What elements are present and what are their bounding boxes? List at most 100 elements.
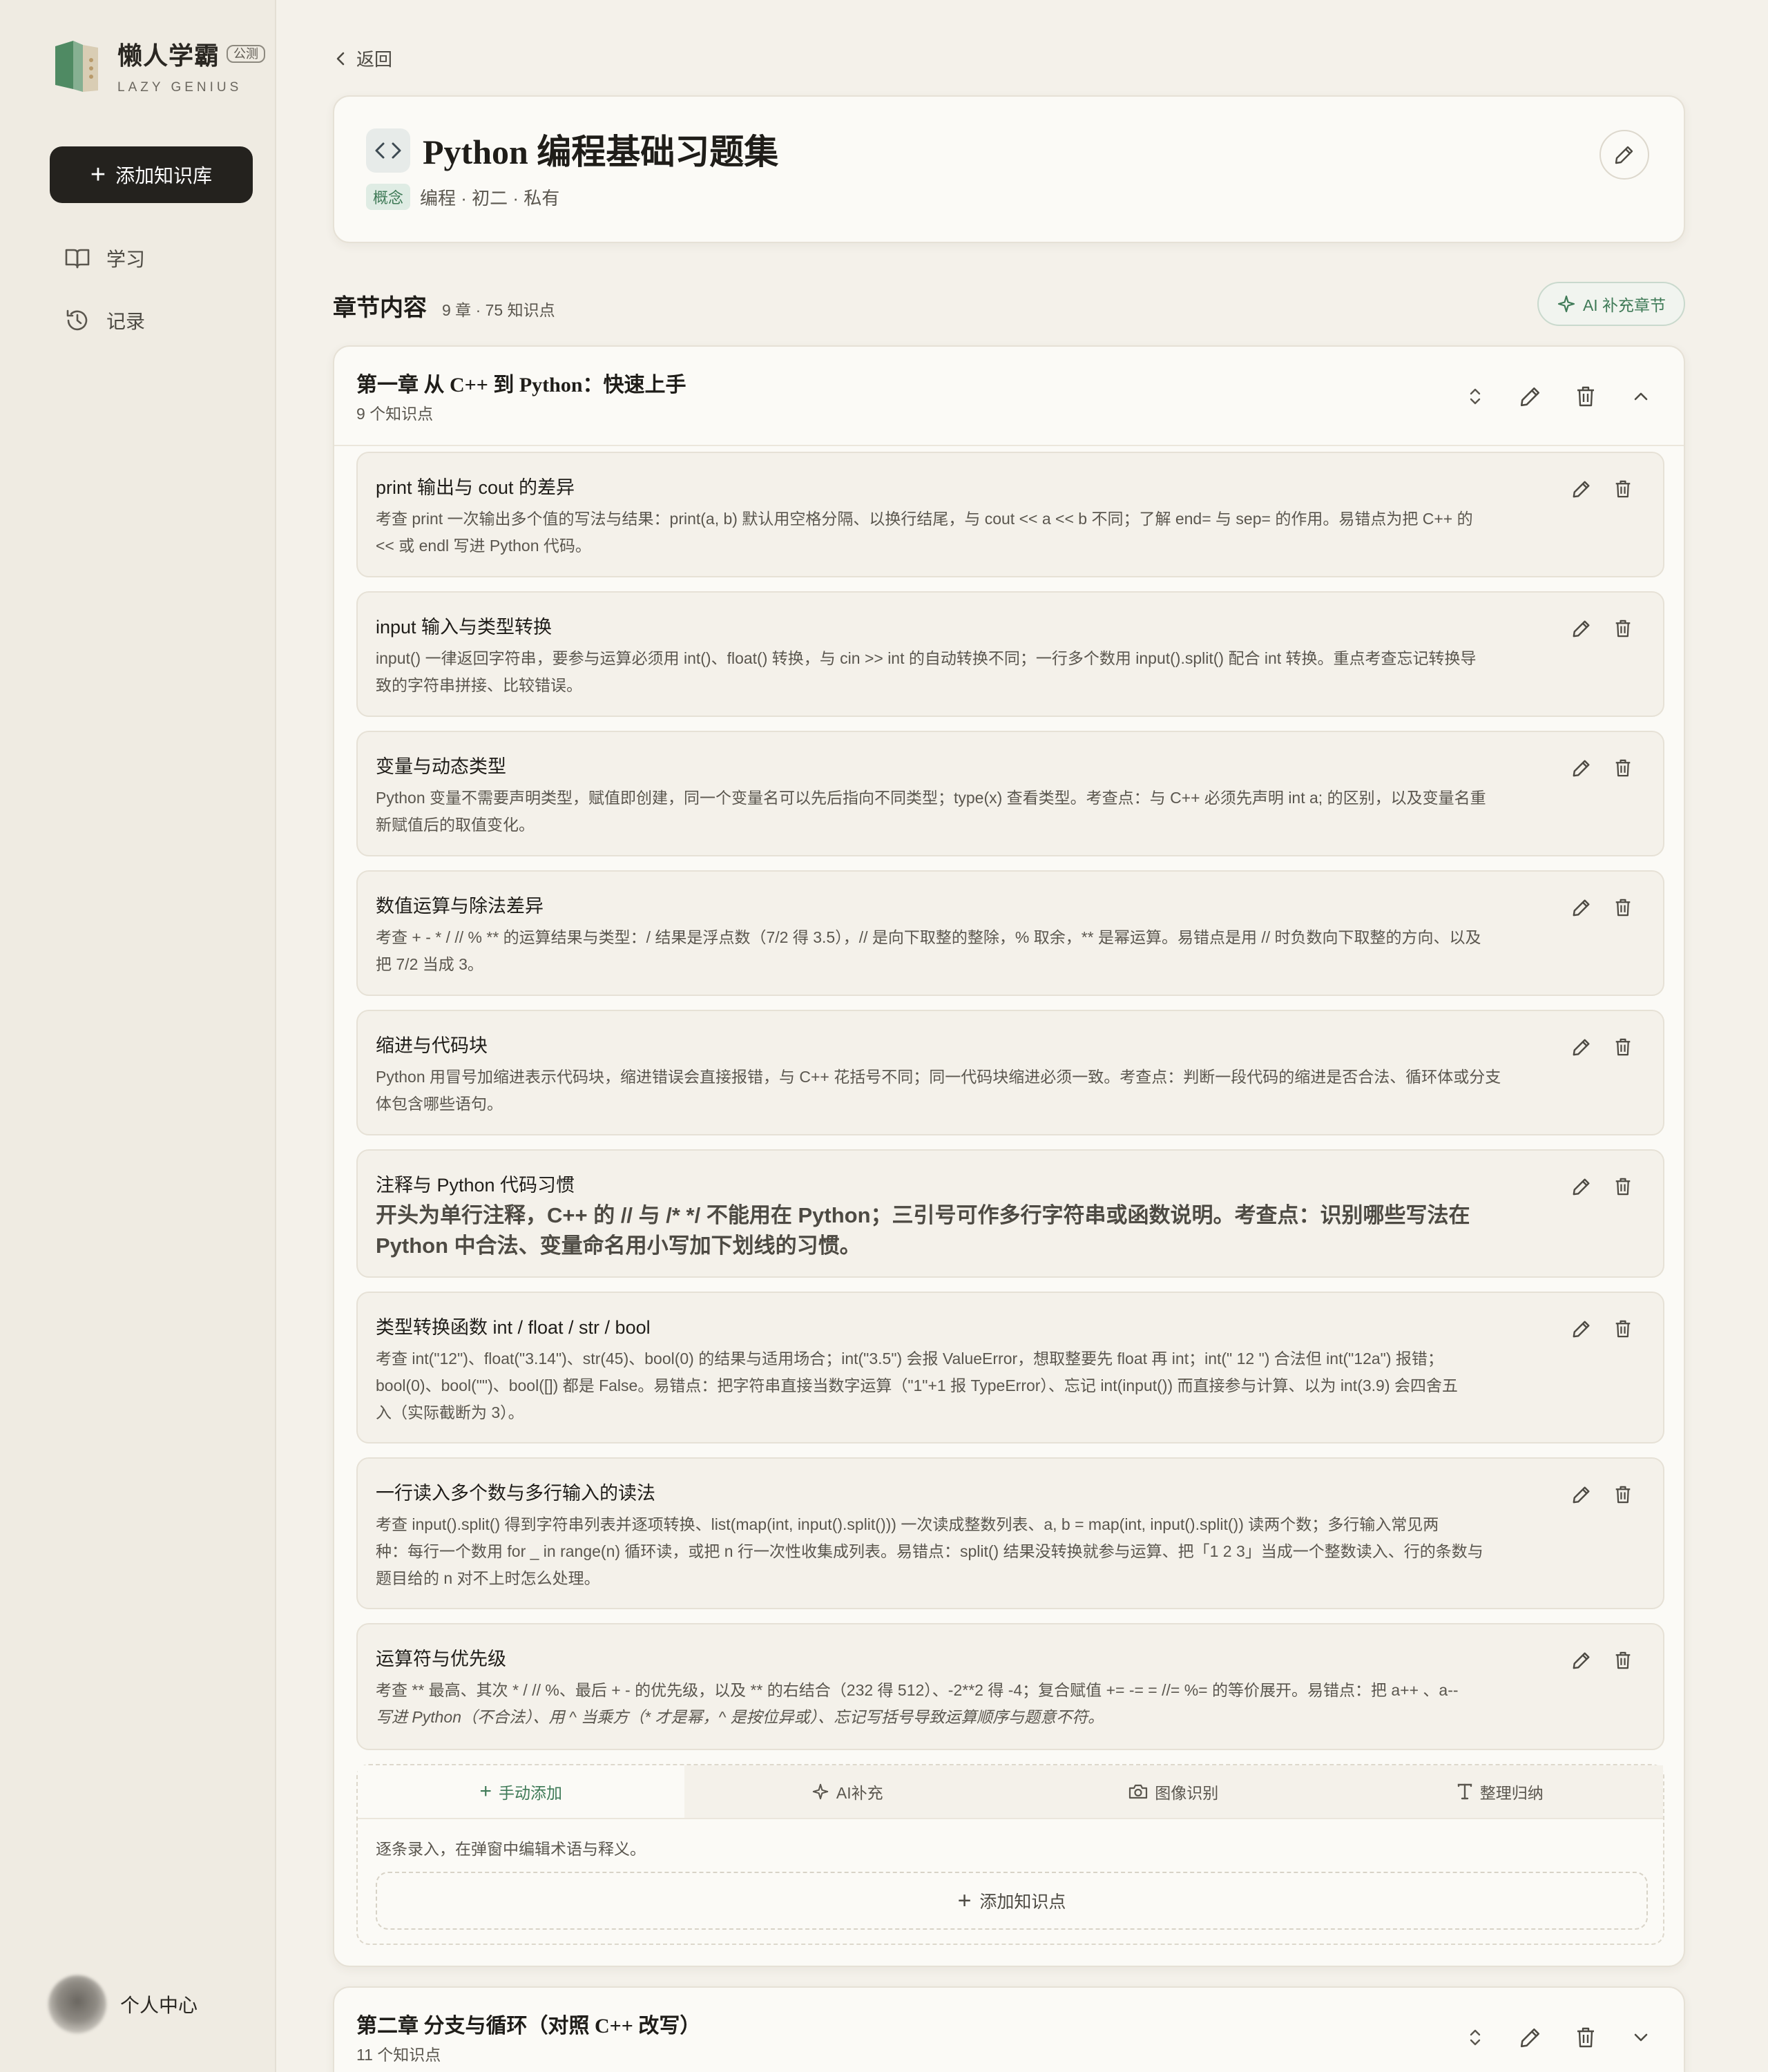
profile-label: 个人中心: [120, 1995, 198, 2016]
knowledge-point-desc: 考查 int("12")、float("3.14")、str(45)、bool(…: [376, 1345, 1564, 1426]
trash-icon: [1615, 1178, 1631, 1196]
chapter-card: 第一章 从 C++ 到 Python：快速上手 9 个知识点 print 输出与…: [333, 345, 1685, 1967]
pencil-icon: [1573, 1486, 1590, 1504]
expand-chapter-button[interactable]: [1626, 2022, 1656, 2053]
knowledge-point-card[interactable]: 类型转换函数 int / float / str / bool 考查 int("…: [356, 1292, 1664, 1443]
trash-icon: [1615, 1320, 1631, 1338]
knowledge-point-card[interactable]: input 输入与类型转换 input() 一律返回字符串，要参与运算必须用 i…: [356, 591, 1664, 717]
camera-icon: [1129, 1784, 1148, 1799]
edit-chapter-button[interactable]: [1515, 381, 1546, 412]
edit-point-button[interactable]: [1569, 1482, 1594, 1507]
desc-line: 入（实际截断为 3）。: [376, 1403, 524, 1421]
desc-line: 考查 + - * / // % ** 的运算结果与类型：/ 结果是浮点数（7/2…: [376, 928, 1481, 946]
desc-line: 题目给的 n 对不上时怎么处理。: [376, 1569, 600, 1587]
delete-point-button[interactable]: [1611, 477, 1635, 501]
chapter-header[interactable]: 第一章 从 C++ 到 Python：快速上手 9 个知识点: [334, 347, 1684, 446]
delete-point-button[interactable]: [1611, 895, 1635, 920]
edit-knowledge-base-button[interactable]: [1599, 130, 1649, 180]
chapter-count: 9 个知识点: [356, 405, 434, 423]
profile-link[interactable]: 个人中心: [48, 1975, 198, 2033]
pencil-icon: [1520, 2028, 1540, 2048]
edit-point-button[interactable]: [1569, 1174, 1594, 1199]
delete-point-button[interactable]: [1611, 756, 1635, 780]
sidebar-item-study[interactable]: 学习: [65, 244, 145, 272]
add-knowledge-base-button[interactable]: + 添加知识库: [50, 146, 253, 203]
back-link[interactable]: 返回: [336, 46, 392, 71]
delete-point-button[interactable]: [1611, 1648, 1635, 1673]
tab-image-recognition[interactable]: 图像识别: [1010, 1765, 1337, 1818]
knowledge-point-title: 类型转换函数 int / float / str / bool: [376, 1317, 651, 1338]
page-title: Python 编程基础习题集: [423, 133, 779, 171]
section-stats: 9 章 · 75 知识点: [442, 301, 555, 319]
delete-point-button[interactable]: [1611, 1035, 1635, 1059]
edit-point-button[interactable]: [1569, 1035, 1594, 1059]
delete-chapter-button[interactable]: [1570, 2022, 1601, 2053]
brand-subtitle: LAZY GENIUS: [117, 80, 242, 95]
desc-line: input() 一律返回字符串，要参与运算必须用 int()、float() 转…: [376, 649, 1477, 667]
sidebar-item-label: 学习: [106, 249, 146, 270]
edit-point-button[interactable]: [1569, 616, 1594, 641]
tab-manual-add[interactable]: + 手动添加: [358, 1765, 684, 1818]
edit-point-button[interactable]: [1569, 1648, 1594, 1673]
book-icon: [65, 249, 90, 269]
brand[interactable]: 懒人学霸 公测 LAZY GENIUS: [52, 36, 266, 95]
knowledge-point-card[interactable]: print 输出与 cout 的差异 考查 print 一次输出多个值的写法与结…: [356, 452, 1664, 577]
delete-point-button[interactable]: [1611, 1316, 1635, 1341]
collapse-chapter-button[interactable]: [1626, 381, 1656, 412]
chevron-up-down-icon: [1470, 388, 1481, 405]
desc-line: 体包含哪些语句。: [376, 1095, 503, 1113]
knowledge-point-card[interactable]: 变量与动态类型 Python 变量不需要声明类型，赋值即创建，同一个变量名可以先…: [356, 731, 1664, 856]
sidebar: 懒人学霸 公测 LAZY GENIUS + 添加知识库 学习 记录 个人中心: [0, 0, 276, 2072]
knowledge-point-card[interactable]: 缩进与代码块 Python 用冒号加缩进表示代码块，缩进错误会直接报错，与 C+…: [356, 1010, 1664, 1135]
ai-add-chapter-button[interactable]: AI 补充章节: [1537, 282, 1685, 326]
delete-point-button[interactable]: [1611, 1482, 1635, 1507]
edit-point-button[interactable]: [1569, 895, 1594, 920]
knowledge-point-title: print 输出与 cout 的差异: [376, 477, 575, 498]
knowledge-point-card[interactable]: 数值运算与除法差异 考查 + - * / // % ** 的运算结果与类型：/ …: [356, 870, 1664, 996]
edit-point-button[interactable]: [1569, 477, 1594, 501]
knowledge-point-desc: 考查 input().split() 得到字符串列表并逐项转换、list(map…: [376, 1511, 1564, 1592]
pencil-icon: [1615, 146, 1633, 164]
delete-point-button[interactable]: [1611, 1174, 1635, 1199]
sidebar-item-history[interactable]: 记录: [65, 307, 145, 334]
trash-icon: [1615, 620, 1631, 637]
trash-icon: [1577, 386, 1594, 407]
knowledge-point-card[interactable]: 注释与 Python 代码习惯 开头为单行注释，C++ 的 // 与 /* */…: [356, 1149, 1664, 1278]
ai-add-chapter-label: AI 补充章节: [1582, 296, 1666, 314]
chevron-up-down-icon: [1470, 2029, 1481, 2046]
tab-ai-add[interactable]: AI补充: [684, 1765, 1010, 1818]
knowledge-point-card[interactable]: 一行读入多个数与多行输入的读法 考查 input().split() 得到字符串…: [356, 1457, 1664, 1609]
tab-organize[interactable]: 整理归纳: [1336, 1765, 1663, 1818]
add-knowledge-panel: + 手动添加 AI补充 图像识别 整理归纳 逐条录入，在弹窗中编辑术语与释义。 …: [356, 1764, 1664, 1945]
desc-line: << 或 endl 写进 Python 代码。: [376, 537, 591, 555]
plus-icon: +: [957, 1888, 972, 1914]
delete-point-button[interactable]: [1611, 616, 1635, 641]
desc-line: 32 得 512）、-2**2 得 -4；复合赋值 += -= = //= %=…: [855, 1681, 1459, 1699]
knowledge-point-card[interactable]: 运算符与优先级 考查 ** 最高、其次 * / // %、最后 + - 的优先级…: [356, 1623, 1664, 1750]
knowledge-point-desc: input() 一律返回字符串，要参与运算必须用 int()、float() 转…: [376, 645, 1564, 699]
desc-line: 考查 input().split() 得到字符串列表并逐项转换、list(map…: [376, 1515, 1439, 1533]
desc-line: bool(0)、bool("")、bool([]) 都是 False。易错点：把…: [376, 1376, 1458, 1394]
edit-point-button[interactable]: [1569, 1316, 1594, 1341]
delete-chapter-button[interactable]: [1570, 381, 1601, 412]
pencil-icon: [1573, 1178, 1590, 1196]
chapter-card[interactable]: 第二章 分支与循环（对照 C++ 改写） 11 个知识点: [333, 1986, 1685, 2072]
add-knowledge-point-button[interactable]: + 添加知识点: [376, 1872, 1648, 1930]
desc-line: 考查 ** 最高、其次 * / // %、最后 + - 的优先级，以及 ** 的…: [376, 1681, 856, 1699]
edit-chapter-button[interactable]: [1515, 2022, 1546, 2053]
desc-line: Python 用冒号加缩进表示代码块，缩进错误会直接报错，与 C++ 花括号不同…: [376, 1068, 1501, 1086]
edit-point-button[interactable]: [1569, 756, 1594, 780]
code-icon: [366, 128, 410, 173]
beta-badge: 公测: [227, 45, 266, 63]
chevron-up-icon: [1634, 392, 1648, 401]
desc-line: 考查 int("12")、float("3.14")、str(45)、bool(…: [376, 1350, 1443, 1368]
desc-line: 考查 print 一次输出多个值的写法与结果：print(a, b) 默认用空格…: [376, 510, 1473, 528]
chapter-title: 第一章 从 C++ 到 Python：快速上手: [356, 374, 686, 396]
reorder-button[interactable]: [1460, 2022, 1490, 2053]
history-icon: [66, 309, 88, 331]
tab-label: 整理归纳: [1479, 1784, 1544, 1802]
header-meta: 概念 编程 · 初二 · 私有: [366, 184, 559, 210]
reorder-button[interactable]: [1460, 381, 1490, 412]
back-label: 返回: [356, 49, 393, 70]
desc-line: 新赋值后的取值变化。: [376, 816, 535, 834]
